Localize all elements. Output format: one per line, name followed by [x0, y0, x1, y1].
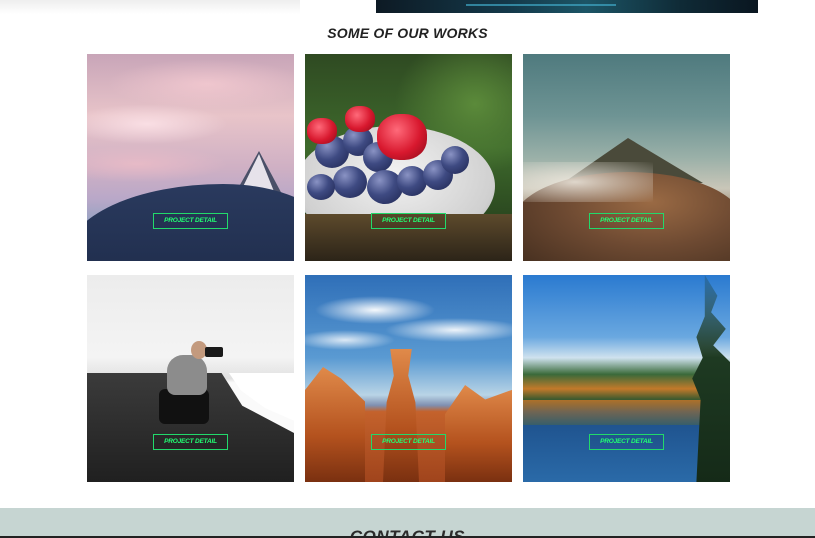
work-card-mountain[interactable]: PROJECT DETAIL	[87, 54, 294, 261]
project-detail-button[interactable]: PROJECT DETAIL	[371, 213, 446, 229]
work-card-volcano[interactable]: PROJECT DETAIL	[523, 54, 730, 261]
work-card-lake[interactable]: PROJECT DETAIL	[523, 275, 730, 482]
work-card-canyon[interactable]: PROJECT DETAIL	[305, 275, 512, 482]
top-image-fragment	[376, 0, 758, 13]
project-detail-button[interactable]: PROJECT DETAIL	[371, 434, 446, 450]
work-card-photographer[interactable]: PROJECT DETAIL	[87, 275, 294, 482]
project-detail-button[interactable]: PROJECT DETAIL	[589, 434, 664, 450]
project-detail-button[interactable]: PROJECT DETAIL	[153, 434, 228, 450]
top-section-edge	[0, 0, 300, 14]
work-card-berries[interactable]: PROJECT DETAIL	[305, 54, 512, 261]
project-detail-button[interactable]: PROJECT DETAIL	[589, 213, 664, 229]
project-detail-button[interactable]: PROJECT DETAIL	[153, 213, 228, 229]
works-section-title: SOME OF OUR WORKS	[327, 25, 488, 41]
